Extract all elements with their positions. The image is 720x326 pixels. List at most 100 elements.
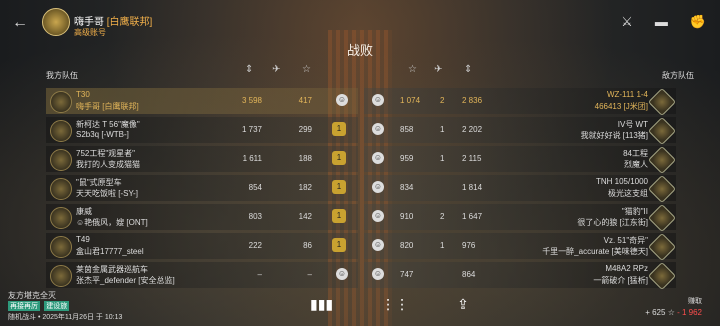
tank-name: T49 [76, 235, 90, 244]
damage-value: 1 611 [242, 154, 262, 163]
enemy-player[interactable]: ☺ 1 074 2 2 836 WZ-111 1-4 466413 [J米团] [364, 87, 677, 117]
battle-result-title: 战败 [346, 43, 373, 58]
sort-damage-icon-right[interactable]: ⇕ [464, 64, 472, 75]
our-player[interactable]: 新柯达 T 56"魔像" S2b3q [-WTB-] 1 737 299 1 [46, 117, 358, 143]
tank-emblem-icon [50, 149, 72, 171]
xp-value: – [307, 270, 312, 279]
sort-damage-icon[interactable]: ⇕ [245, 64, 253, 75]
xp-value: 2 836 [462, 96, 483, 105]
tank-name: "猫豹"II [621, 207, 648, 216]
sort-xp-star-icon[interactable]: ☆ [302, 64, 311, 75]
table-row[interactable]: "鼠"式原型车 天天吃饭啦 [-SY-] 854 182 1 ☺ 834 1 8… [46, 174, 677, 204]
tank-name: WZ-111 1-4 [606, 90, 648, 99]
tank-emblem-icon [50, 236, 72, 258]
emote-icon[interactable]: ☺ [372, 210, 384, 222]
sort-xp-star-icon-right[interactable]: ☆ [408, 64, 417, 75]
detail-grid-icon[interactable]: ⋮⋮ [381, 296, 409, 313]
table-row[interactable]: 新柯达 T 56"魔像" S2b3q [-WTB-] 1 737 299 1 ☺… [46, 116, 677, 146]
enemy-player[interactable]: ☺ 747 864 M48A2 RPz 一箭破介 [猛析] [364, 261, 677, 291]
player-name: 极光这支组 [608, 189, 648, 198]
bottom-actions: ▮▮▮ ⋮⋮ ⇪ [310, 296, 469, 313]
player-name: 嗨手哥 [白鹰联邦] [74, 13, 152, 28]
player-name: 千里一醉_accurate [美味德天] [542, 247, 648, 256]
enemy-player[interactable]: ☺ 858 1 2 202 IV号 WT 我就好好说 [113猪] [364, 116, 677, 146]
damage-value: – [257, 270, 262, 279]
damage-value: 820 [400, 241, 414, 250]
our-player[interactable]: 莱茵金属武器巡航车 张杰平_defender [安全总监] – – ☺ [46, 262, 358, 288]
emote-icon[interactable]: ☺ [372, 181, 384, 193]
sort-assist-icon[interactable]: ✈ [272, 64, 280, 75]
tank-emblem-icon [647, 87, 677, 117]
star-icon: ☆ [667, 308, 675, 317]
player-emblem [42, 8, 70, 36]
earnings: + 625 ☆ - 1 962 [645, 308, 702, 317]
emote-icon[interactable]: ☺ [372, 123, 384, 135]
damage-value: 910 [400, 212, 414, 221]
crossed-swords-icon[interactable]: ⚔ [621, 14, 633, 30]
emote-icon[interactable]: ☺ [372, 152, 384, 164]
player-name: ☺艳俄风，嫂 [ONT] [76, 218, 148, 227]
xp-value: 299 [298, 125, 312, 134]
tank-name: "鼠"式原型车 [76, 178, 122, 187]
footer-line: 友方堪克全灭 [8, 291, 56, 300]
table-row[interactable]: 752工程"观星者" 我打的人变成猫猫 1 611 188 1 ☺ 959 1 … [46, 145, 677, 175]
xp-value: 976 [462, 241, 476, 250]
player-name: 天天吃饭啦 [-SY-] [76, 189, 138, 198]
medal-badge: 1 [332, 238, 346, 252]
account-type: 高级账号 [74, 28, 106, 37]
player-name: 我打的人变成猫猫 [76, 160, 140, 169]
damage-value: 854 [248, 183, 262, 192]
player-clan: [白鹰联邦] [106, 17, 153, 28]
tank-emblem-icon [647, 116, 677, 146]
emote-icon[interactable]: ☺ [336, 94, 348, 106]
enemy-player[interactable]: ☺ 959 1 2 115 84工程 烈魔人 [364, 145, 677, 175]
damage-value: 803 [248, 212, 262, 221]
damage-value: 3 598 [241, 96, 262, 105]
medal-badge: 1 [332, 151, 346, 165]
tank-emblem-icon [50, 178, 72, 200]
player-name: 烈魔人 [624, 160, 648, 169]
emote-icon[interactable]: ☺ [336, 268, 348, 280]
tank-name: TNH 105/1000 [595, 177, 648, 186]
our-team-label: 我方队伍 [46, 71, 78, 80]
top-actions: ⚔ ▬ ✊ [621, 14, 706, 30]
enemy-player[interactable]: ☺ 834 1 814 TNH 105/1000 极光这支组 [364, 174, 677, 204]
damage-value: 222 [248, 241, 262, 250]
damage-value: 959 [400, 154, 414, 163]
enemy-player[interactable]: ☺ 910 2 1 647 "猫豹"II 很了心的狼 [江东街] [364, 203, 677, 233]
table-row[interactable]: T49 盒山君17777_steel 222 86 1 ☺ 820 1 976 … [46, 232, 677, 262]
back-arrow-icon[interactable]: ← [12, 14, 28, 32]
tank-emblem-icon [50, 120, 72, 142]
player-name: 张杰平_defender [安全总监] [76, 276, 175, 285]
kills-value: 2 [440, 212, 445, 221]
our-player[interactable]: 康威 ☺艳俄风，嫂 [ONT] 803 142 1 [46, 204, 358, 230]
xp-value: 417 [298, 96, 312, 105]
our-player[interactable]: T30 嗨手哥 [白鹰联邦] 3 598 417 ☺ [46, 88, 358, 114]
kills-value: 2 [440, 96, 445, 105]
tank-name: Vz. 51"奇异" [603, 236, 648, 245]
tank-emblem-icon [647, 174, 677, 204]
our-player[interactable]: T49 盒山君17777_steel 222 86 1 [46, 233, 358, 259]
table-row[interactable]: T30 嗨手哥 [白鹰联邦] 3 598 417 ☺ ☺ 1 074 2 2 8… [46, 87, 677, 117]
emote-icon[interactable]: ☺ [372, 94, 384, 106]
earn-xp: + 625 [645, 308, 666, 317]
tank-icon[interactable]: ▬ [655, 14, 668, 30]
our-player[interactable]: 752工程"观星者" 我打的人变成猫猫 1 611 188 1 [46, 146, 358, 172]
emote-icon[interactable]: ☺ [372, 268, 384, 280]
share-icon[interactable]: ⇪ [457, 296, 469, 313]
top-bar: ← 嗨手哥 [白鹰联邦] 高级账号 ⚔ ▬ ✊ [0, 0, 720, 44]
table-row[interactable]: 康威 ☺艳俄风，嫂 [ONT] 803 142 1 ☺ 910 2 1 647 … [46, 203, 677, 233]
damage-value: 747 [400, 270, 414, 279]
xp-value: 142 [298, 212, 312, 221]
earn-credits: - 1 962 [677, 308, 702, 317]
emote-icon[interactable]: ☺ [372, 239, 384, 251]
our-player[interactable]: "鼠"式原型车 天天吃饭啦 [-SY-] 854 182 1 [46, 175, 358, 201]
fist-icon[interactable]: ✊ [690, 14, 706, 30]
footer-summary: 友方堪克全灭 再接再厉 建设旅 [8, 290, 71, 311]
sort-assist-icon-right[interactable]: ✈ [434, 64, 442, 75]
damage-value: 858 [400, 125, 414, 134]
enemy-player[interactable]: ☺ 820 1 976 Vz. 51"奇异" 千里一醉_accurate [美味… [364, 232, 677, 262]
stats-bars-icon[interactable]: ▮▮▮ [310, 296, 333, 313]
medal-badge: 1 [332, 209, 346, 223]
table-row[interactable]: 莱茵金属武器巡航车 张杰平_defender [安全总监] – – ☺ ☺ 74… [46, 261, 677, 291]
